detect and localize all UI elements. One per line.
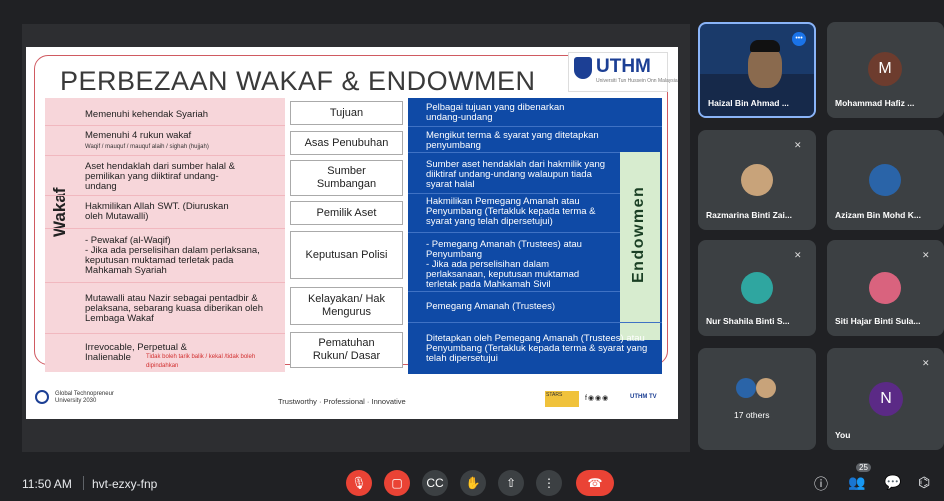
participant-tile[interactable]: Azizam Bin Mohd K... (827, 130, 944, 230)
others-count: 17 others (734, 410, 770, 420)
participant-name: Mohammad Hafiz ... (835, 98, 915, 108)
avatar (869, 164, 901, 196)
avatar: M (868, 52, 902, 86)
endowmen-row: Pelbagai tujuan yang dibenarkan undang-u… (426, 102, 565, 123)
mic-off-icon: ✕ (922, 250, 930, 260)
mic-off-icon: ✕ (922, 358, 930, 368)
social-icons: f◉◉◉ (585, 395, 610, 402)
criteria-cell: Tujuan (290, 101, 403, 125)
chat-icon[interactable]: 💬 (884, 474, 901, 491)
wakaf-label: Wakaf (50, 187, 69, 237)
wakaf-row: Mutawalli atau Nazir sebagai pentadbir &… (85, 293, 263, 324)
uthm-shield-icon (574, 57, 592, 79)
criteria-cell: Sumber Sumbangan (290, 160, 403, 196)
others-tile[interactable]: 17 others (698, 348, 816, 450)
divider (45, 195, 285, 196)
divider (83, 476, 84, 490)
mic-off-button[interactable]: 🎙 (346, 470, 372, 496)
divider (408, 126, 662, 127)
endowmen-row: Ditetapkan oleh Pemegang Amanah (Trustee… (426, 333, 648, 364)
divider (408, 232, 620, 233)
criteria-cell: Kelayakan/ Hak Mengurus (290, 287, 403, 325)
meet-window: PERBEZAAN WAKAF & ENDOWMEN UTHM Universi… (0, 0, 944, 501)
criteria-cell: Pematuhan Rukun/ Dasar (290, 332, 403, 368)
divider (45, 155, 285, 156)
participant-name: Nur Shahila Binti S... (706, 316, 790, 326)
camera-off-button[interactable]: ▢ (384, 470, 410, 496)
people-icon[interactable]: 👥 (848, 474, 865, 491)
captions-button[interactable]: CC (422, 470, 448, 496)
stars-logo: STARS (545, 391, 579, 407)
participant-tile[interactable]: M Mohammad Hafiz ... (827, 22, 944, 118)
info-icon[interactable]: ⓘ (814, 474, 828, 494)
participant-tile[interactable]: ✕ Nur Shahila Binti S... (698, 240, 816, 336)
avatar (869, 272, 901, 304)
endowmen-label: Endowmen (630, 185, 647, 283)
criteria-cell: Pemilik Aset (290, 201, 403, 225)
criteria-cell: Keputusan Polisi (290, 231, 403, 279)
present-button[interactable]: ⇧ (498, 470, 524, 496)
endowmen-row: Mengikut terma & syarat yang ditetapkan … (426, 130, 599, 151)
more-options-button[interactable]: ⋮ (536, 470, 562, 496)
divider (408, 291, 620, 292)
wakaf-row: Hakmilikan Allah SWT. (Diuruskan oleh Mu… (85, 201, 229, 222)
participant-name: Haizal Bin Ahmad ... (708, 98, 789, 108)
avatar (741, 272, 773, 304)
self-tile[interactable]: ✕ N You (827, 348, 944, 450)
divider (408, 193, 620, 194)
mic-off-icon: ✕ (794, 140, 802, 150)
wakaf-row: Aset hendaklah dari sumber halal & pemil… (85, 161, 235, 192)
raise-hand-button[interactable]: ✋ (460, 470, 486, 496)
avatar (736, 378, 756, 398)
wakaf-row-note: Tidak boleh tarik balik / kekal /tidak b… (146, 354, 256, 369)
global-technopreneur-icon (35, 390, 49, 404)
uthm-tv-logo: UTHM TV (630, 394, 657, 400)
participant-tile[interactable]: ✕ Razmarina Binti Zai... (698, 130, 816, 230)
wakaf-row: Memenuhi kehendak Syariah (85, 109, 209, 120)
endowmen-row: Hakmilikan Pemegang Amanah atau Penyumba… (426, 196, 596, 227)
global-technopreneur-text: Global Technopreneur University 2030 (55, 391, 114, 404)
divider (45, 228, 285, 229)
uthm-logo-subtext: Universiti Tun Hussein Onn Malaysia (596, 78, 678, 84)
divider (408, 322, 662, 323)
endowmen-row: - Pemegang Amanah (Trustees) atau Penyum… (426, 239, 582, 290)
uthm-logo-text: UTHM (596, 56, 651, 77)
participant-face (748, 46, 782, 88)
avatar: N (869, 382, 903, 416)
slide-tagline: Trustworthy · Professional · Innovative (278, 397, 406, 406)
activities-icon[interactable]: ⌬ (918, 474, 930, 491)
participant-name: You (835, 430, 851, 440)
divider (45, 282, 285, 283)
avatar (756, 378, 776, 398)
divider (45, 333, 285, 334)
endowmen-row: Pemegang Amanah (Trustees) (426, 301, 556, 312)
participant-tile[interactable]: ••• Haizal Bin Ahmad ... (698, 22, 816, 118)
criteria-cell: Asas Penubuhan (290, 131, 403, 155)
leave-call-button[interactable]: ☎ (576, 470, 614, 496)
endowmen-row: Sumber aset hendaklah dari hakmilik yang… (426, 159, 606, 190)
participant-count-badge: 25 (856, 463, 871, 472)
speaking-icon: ••• (792, 32, 806, 46)
divider (408, 152, 620, 153)
mic-off-icon: ✕ (794, 250, 802, 260)
participant-cap (750, 40, 780, 52)
participant-tile[interactable]: ✕ Siti Hajar Binti Sula... (827, 240, 944, 336)
divider (45, 125, 285, 126)
wakaf-row: Memenuhi 4 rukun wakaf Waqif / mauquf / m… (85, 130, 209, 151)
avatar (741, 164, 773, 196)
slide-title: PERBEZAAN WAKAF & ENDOWMEN (60, 66, 536, 96)
wakaf-row: - Pewakaf (al-Waqif) - Jika ada perselis… (85, 235, 260, 276)
participant-name: Azizam Bin Mohd K... (835, 210, 921, 220)
participant-name: Siti Hajar Binti Sula... (835, 316, 921, 326)
participant-name: Razmarina Binti Zai... (706, 210, 792, 220)
meeting-code: hvt-ezxy-fnp (92, 477, 158, 491)
clock: 11:50 AM (22, 477, 72, 491)
